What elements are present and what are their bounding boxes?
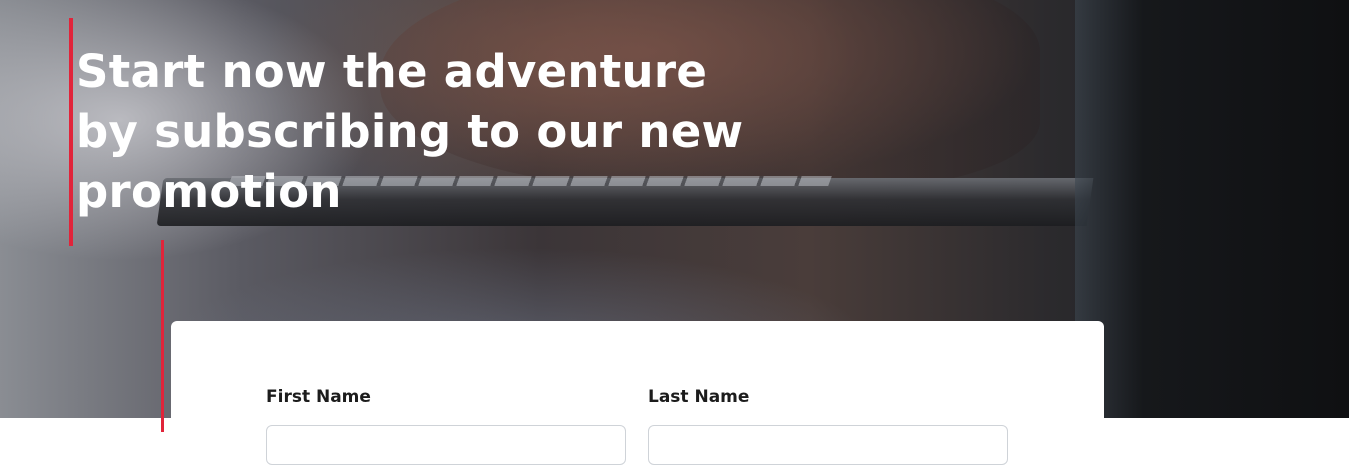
accent-line-top — [69, 18, 73, 246]
accent-line-bottom — [161, 240, 164, 432]
hero-title: Start now the adventure by subscribing t… — [76, 45, 744, 218]
first-name-input[interactable] — [266, 425, 626, 465]
hero-background-shadow — [1075, 0, 1349, 418]
last-name-label: Last Name — [648, 387, 750, 407]
first-name-label: First Name — [266, 387, 371, 407]
last-name-input[interactable] — [648, 425, 1008, 465]
subscribe-form-card: First Name Last Name — [171, 321, 1104, 465]
